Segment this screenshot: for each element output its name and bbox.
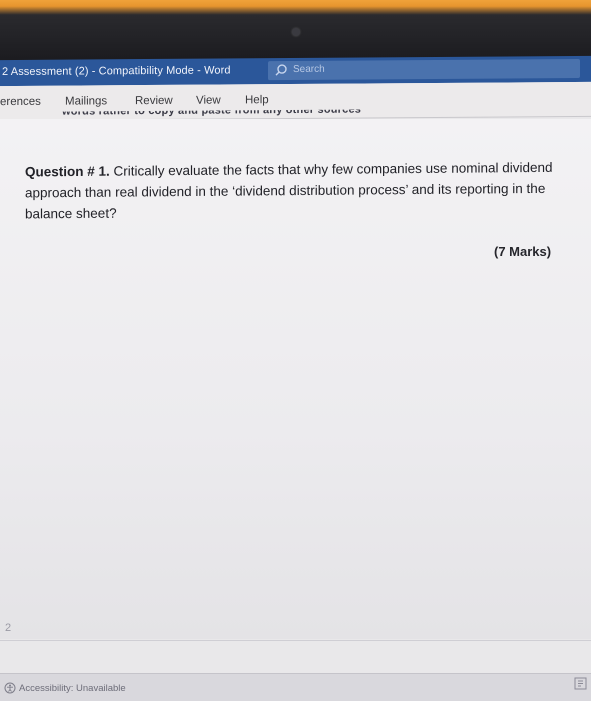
title-bar: 2 Assessment (2) - Compatibility Mode - … xyxy=(0,55,591,87)
search-icon xyxy=(275,64,287,76)
focus-mode-icon[interactable] xyxy=(574,677,587,690)
question-paragraph: Question # 1. Critically evaluate the fa… xyxy=(25,157,581,225)
status-bar: Accessibility: Unavailable xyxy=(0,673,591,701)
page-number: 2 xyxy=(5,622,12,634)
tab-review[interactable]: Review xyxy=(135,95,173,107)
search-box[interactable]: Search xyxy=(268,59,580,81)
accessibility-status[interactable]: Accessibility: Unavailable xyxy=(19,683,126,694)
accessibility-icon xyxy=(4,682,16,694)
page-divider xyxy=(0,640,591,641)
document-page[interactable]: Question # 1. Critically evaluate the fa… xyxy=(0,119,591,639)
search-label: Search xyxy=(293,63,325,76)
tab-view[interactable]: View xyxy=(196,95,221,107)
tab-references[interactable]: erences xyxy=(0,96,41,108)
question-label: Question # 1. xyxy=(25,163,110,180)
ribbon-tabs: erences Mailings Review View Help words … xyxy=(0,81,591,122)
partial-document-text: words rather to copy and paste from any … xyxy=(62,108,362,118)
webcam-icon xyxy=(292,28,300,36)
marks-label: (7 Marks) xyxy=(494,244,552,259)
document-title: 2 Assessment (2) - Compatibility Mode - … xyxy=(2,64,231,79)
monitor-bezel xyxy=(0,0,591,62)
tab-help[interactable]: Help xyxy=(245,94,269,106)
tab-mailings[interactable]: Mailings xyxy=(65,95,107,107)
partial-document-line: words rather to copy and paste from any … xyxy=(62,109,462,120)
